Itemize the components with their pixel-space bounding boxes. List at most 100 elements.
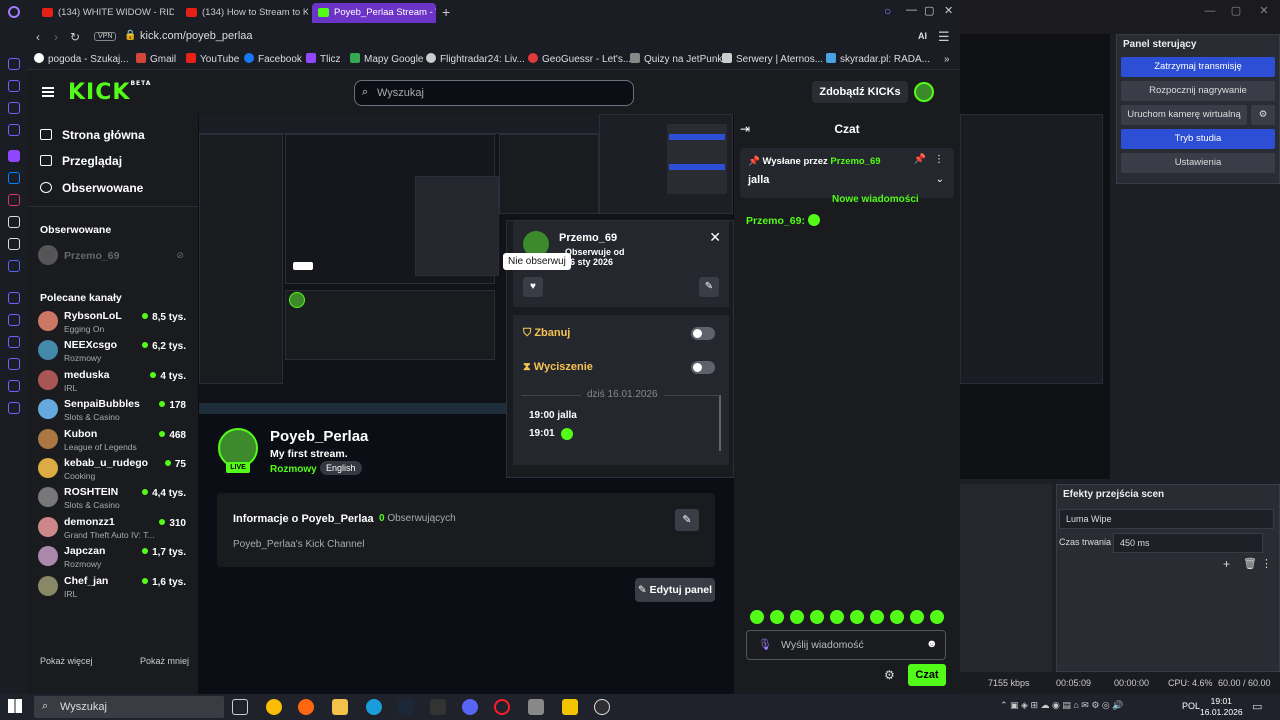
show-less-button[interactable]: Pokaż mniej: [140, 656, 189, 666]
opera-icon[interactable]: [494, 699, 510, 715]
recommended-channel[interactable]: SenpaiBubbles Slots & Casino 178: [38, 396, 188, 424]
bookmark[interactable]: Gmail: [136, 52, 176, 68]
url-text[interactable]: kick.com/poyeb_perlaa: [140, 30, 253, 42]
firefox-icon[interactable]: [298, 699, 314, 715]
emote-icon[interactable]: [750, 610, 764, 624]
settings-button[interactable]: Ustawienia: [1121, 153, 1275, 173]
bookmark[interactable]: Serwery | Aternos...: [722, 52, 823, 68]
system-tray-icons[interactable]: ⌃ ▣ ◈ ⊞ ☁ ◉ ▤ ⌂ ✉ ⚙ ◎ 🔊: [1000, 700, 1170, 714]
trash-icon[interactable]: 🗑: [1243, 557, 1257, 570]
kick-logo[interactable]: KICKBETA: [68, 80, 151, 105]
edge-icon[interactable]: [366, 699, 382, 715]
back-icon[interactable]: ‹: [36, 30, 40, 44]
more-icon[interactable]: ⋮: [1261, 557, 1272, 570]
add-icon[interactable]: +: [1223, 557, 1230, 571]
emote-icon[interactable]: [890, 610, 904, 624]
chat-input[interactable]: Wyślij wiadomość: [746, 630, 946, 660]
nav-browse[interactable]: Przeglądaj: [40, 154, 122, 168]
user-avatar[interactable]: [914, 82, 934, 102]
studio-mode-button[interactable]: Tryb studia: [1121, 129, 1275, 149]
sidebar-app-icon[interactable]: [8, 124, 20, 136]
twitch-icon[interactable]: [8, 150, 20, 162]
emote-icon[interactable]: [910, 610, 924, 624]
get-kicks-button[interactable]: Zdobądź KICKs: [812, 81, 908, 103]
recommended-channel[interactable]: meduska IRL 4 tys.: [38, 367, 188, 395]
windows-start-icon[interactable]: [8, 699, 22, 713]
forward-icon[interactable]: ›: [54, 30, 58, 44]
sidebar-app-icon[interactable]: [8, 58, 20, 70]
stream-category[interactable]: Rozmowy: [270, 464, 317, 475]
following-channel[interactable]: Przemo_69 ⊘: [38, 242, 188, 270]
clock[interactable]: 19:01 16.01.2026: [1200, 696, 1243, 718]
heart-icon[interactable]: ♥: [523, 277, 543, 297]
reload-icon[interactable]: ↻: [70, 30, 80, 44]
close-icon[interactable]: ✕: [709, 229, 721, 246]
bookmark[interactable]: skyradar.pl: RADA...: [826, 52, 930, 68]
messenger-icon[interactable]: [8, 172, 20, 184]
notifications-icon[interactable]: ▭: [1252, 700, 1262, 713]
duration-input[interactable]: 450 ms: [1113, 533, 1263, 553]
bookmark[interactable]: Tlicz: [306, 52, 341, 68]
close-icon[interactable]: ✕: [1250, 0, 1278, 22]
app-icon[interactable]: [562, 699, 578, 715]
task-view-icon[interactable]: [232, 699, 248, 715]
sidebar-app-icon[interactable]: [8, 336, 20, 348]
taskbar-search[interactable]: Wyszukaj: [34, 696, 224, 718]
bookmark[interactable]: Flightradar24: Liv...: [426, 52, 525, 68]
ai-button[interactable]: AI: [918, 31, 927, 41]
bookmark[interactable]: Quizy na JetPunk: [630, 52, 722, 68]
language-indicator[interactable]: POL: [1182, 701, 1200, 711]
search-icon[interactable]: ○: [884, 4, 891, 18]
emote-icon[interactable]: [850, 610, 864, 624]
app-icon[interactable]: [528, 699, 544, 715]
tab-kick[interactable]: Poyeb_Perlaa Stream - Wa: [312, 3, 436, 23]
edit-panel-button[interactable]: ✎ Edytuj panel: [635, 578, 715, 602]
minimize-icon[interactable]: —: [1196, 0, 1224, 22]
chrome-icon[interactable]: [266, 699, 282, 715]
send-chat-button[interactable]: Czat: [908, 664, 946, 686]
nav-home[interactable]: Strona główna: [40, 128, 145, 142]
emote-icon[interactable]: [830, 610, 844, 624]
more-icon[interactable]: ⋮: [934, 154, 944, 165]
bookmark[interactable]: Facebook: [244, 52, 302, 68]
sidebar-app-icon[interactable]: [8, 80, 20, 92]
menu-icon[interactable]: ☰: [938, 29, 950, 45]
recommended-channel[interactable]: RybsonLoL Egging On 8,5 tys.: [38, 308, 188, 336]
tiktok-icon[interactable]: [8, 216, 20, 228]
emote-icon[interactable]: [790, 610, 804, 624]
bookmark[interactable]: pogoda - Szukaj...: [34, 52, 129, 68]
virtual-camera-button[interactable]: Uruchom kamerę wirtualną: [1121, 105, 1247, 125]
close-icon[interactable]: ✕: [944, 4, 953, 17]
new-tab-icon[interactable]: +: [442, 4, 450, 20]
recommended-channel[interactable]: NEEXcsgo Rozmowy 6,2 tys.: [38, 337, 188, 365]
transition-select[interactable]: Luma Wipe: [1059, 509, 1274, 529]
recommended-channel[interactable]: ROSHTEIN Slots & Casino 4,4 tys.: [38, 484, 188, 512]
sidebar-app-icon[interactable]: [8, 358, 20, 370]
emote-icon[interactable]: [770, 610, 784, 624]
sidebar-app-icon[interactable]: [8, 314, 20, 326]
vpn-badge[interactable]: VPN: [94, 32, 117, 41]
steam-icon[interactable]: [398, 699, 414, 715]
nav-following[interactable]: Obserwowane: [40, 181, 143, 195]
maximize-icon[interactable]: ▢: [1222, 0, 1250, 22]
bookmark[interactable]: GeoGuessr - Let's...: [528, 52, 631, 68]
hamburger-menu-icon[interactable]: [42, 87, 54, 97]
minimize-icon[interactable]: —: [906, 4, 917, 16]
bookmark[interactable]: Mapy Google: [350, 52, 423, 68]
recommended-channel[interactable]: Japczan Rozmowy 1,7 tys.: [38, 543, 188, 571]
tab-youtube-2[interactable]: (134) How to Stream to Ki: [180, 3, 308, 23]
more-bookmarks-icon[interactable]: »: [944, 52, 950, 68]
mention-icon[interactable]: ✎: [699, 277, 719, 297]
emote-icon[interactable]: [810, 610, 824, 624]
emoji-icon[interactable]: ☻: [926, 638, 938, 650]
sidebar-app-icon[interactable]: [8, 380, 20, 392]
recommended-channel[interactable]: Kubon League of Legends 468: [38, 426, 188, 454]
explorer-icon[interactable]: [332, 699, 348, 715]
pinned-message[interactable]: 📌 Wysłane przez Przemo_69 jalla 📌 ⋮ ⌄: [740, 148, 954, 198]
x-icon[interactable]: [8, 238, 20, 250]
ban-toggle[interactable]: [691, 327, 715, 340]
edit-pencil-icon[interactable]: ✎: [675, 509, 699, 531]
gear-icon[interactable]: ⚙: [1251, 105, 1275, 125]
recommended-channel[interactable]: Chef_jan IRL 1,6 tys.: [38, 573, 188, 601]
bookmark[interactable]: YouTube: [186, 52, 239, 68]
